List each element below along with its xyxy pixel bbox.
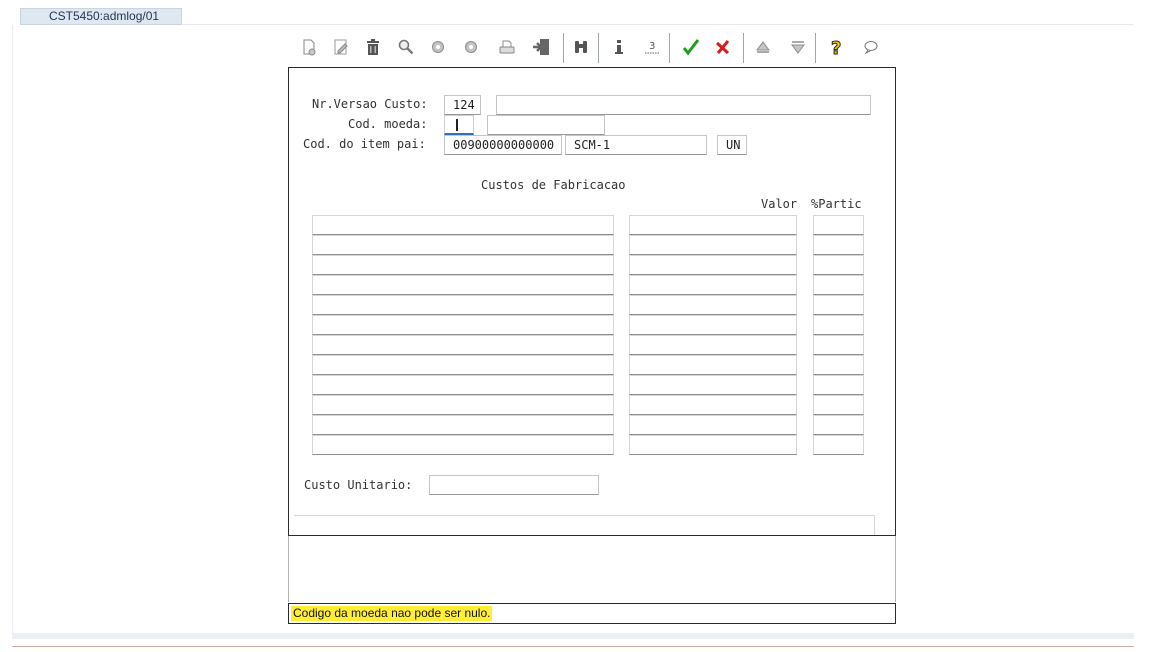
- list-icon[interactable]: 3: [639, 34, 665, 60]
- grid-cell-description[interactable]: [312, 375, 614, 395]
- comment-icon[interactable]: [858, 34, 884, 60]
- grid-cell-description[interactable]: [312, 215, 614, 235]
- grid-cell-description[interactable]: [312, 255, 614, 275]
- grid-cell-partic[interactable]: [813, 275, 864, 295]
- grid-cell-partic[interactable]: [813, 375, 864, 395]
- trash-icon[interactable]: [360, 34, 386, 60]
- grid-cell-description[interactable]: [312, 435, 614, 455]
- info-icon[interactable]: [606, 34, 632, 60]
- grid-cell-valor[interactable]: [629, 335, 797, 355]
- grid-cell-partic[interactable]: [813, 435, 864, 455]
- frame-border-left: [12, 25, 13, 635]
- grid-cell-valor[interactable]: [629, 395, 797, 415]
- toolbar-separator: [598, 33, 599, 63]
- toolbar: 3 ?: [288, 30, 896, 66]
- grid-cell-partic[interactable]: [813, 315, 864, 335]
- cod-moeda-field[interactable]: [444, 115, 474, 135]
- grid-cell-valor[interactable]: [629, 255, 797, 275]
- form-panel: Nr.Versao Custo: 124 Cod. moeda: Cod. do…: [288, 67, 896, 536]
- bottom-rule: [12, 646, 1134, 647]
- window-tab-title: CST5450:admlog/01: [49, 9, 160, 23]
- grid-cell-valor[interactable]: [629, 415, 797, 435]
- window-tab[interactable]: CST5450:admlog/01: [20, 8, 182, 25]
- confirm-check-icon[interactable]: [678, 34, 704, 60]
- grid-cell-description[interactable]: [312, 355, 614, 375]
- grid-cell-description[interactable]: [312, 335, 614, 355]
- footer-area: [294, 515, 875, 535]
- grid-cell-description[interactable]: [312, 275, 614, 295]
- cancel-x-icon[interactable]: [710, 34, 736, 60]
- tab-strip-rule: [182, 24, 1134, 25]
- grid-cell-partic[interactable]: [813, 255, 864, 275]
- unit-field[interactable]: UN: [717, 135, 747, 155]
- binoculars-icon[interactable]: [568, 34, 594, 60]
- grid-cell-partic[interactable]: [813, 215, 864, 235]
- column-header-valor: Valor: [761, 197, 798, 211]
- status-bar: Codigo da moeda nao pode ser nulo.: [288, 603, 896, 624]
- grid-cell-valor[interactable]: [629, 355, 797, 375]
- grid-cell-valor[interactable]: [629, 315, 797, 335]
- custo-unitario-field[interactable]: [429, 475, 599, 495]
- column-header-partic: %Partic: [811, 197, 862, 211]
- down-arrow-icon[interactable]: [785, 34, 811, 60]
- toolbar-separator: [743, 33, 744, 63]
- export-icon[interactable]: [528, 34, 554, 60]
- grid-cell-valor[interactable]: [629, 295, 797, 315]
- help-icon[interactable]: ?: [824, 34, 850, 60]
- grid-cell-valor[interactable]: [629, 435, 797, 455]
- grid-cell-valor[interactable]: [629, 235, 797, 255]
- grid-cell-partic[interactable]: [813, 335, 864, 355]
- cod-item-pai-field[interactable]: 00900000000000: [444, 135, 562, 155]
- svg-text:3: 3: [649, 41, 655, 52]
- toolbar-separator: [815, 33, 816, 63]
- grid-cell-description[interactable]: [312, 395, 614, 415]
- grid-cell-description[interactable]: [312, 415, 614, 435]
- cod-item-pai-label: Cod. do item pai:: [303, 137, 426, 151]
- up-arrow-icon[interactable]: [750, 34, 776, 60]
- grid-cell-valor[interactable]: [629, 375, 797, 395]
- grid-cell-description[interactable]: [312, 315, 614, 335]
- status-message: Codigo da moeda nao pode ser nulo.: [291, 606, 493, 621]
- custo-unitario-label: Custo Unitario:: [304, 478, 413, 492]
- lower-blank-area: [288, 536, 896, 602]
- print-icon[interactable]: [494, 34, 520, 60]
- grid-cell-valor[interactable]: [629, 275, 797, 295]
- grid-cell-partic[interactable]: [813, 395, 864, 415]
- toolbar-separator: [669, 33, 670, 63]
- nr-versao-label: Nr.Versao Custo:: [312, 97, 428, 111]
- cod-moeda-description-field[interactable]: [487, 115, 605, 135]
- grid-cell-partic[interactable]: [813, 355, 864, 375]
- grid-cell-description[interactable]: [312, 295, 614, 315]
- nr-versao-field[interactable]: 124: [444, 95, 481, 115]
- grid-cell-partic[interactable]: [813, 295, 864, 315]
- nr-versao-description-field[interactable]: [496, 95, 871, 115]
- frame-border-bottom: [12, 633, 1134, 639]
- next-icon[interactable]: [458, 34, 484, 60]
- grid-cell-description[interactable]: [312, 235, 614, 255]
- svg-text:?: ?: [831, 38, 841, 57]
- text-cursor: [456, 119, 458, 131]
- previous-icon[interactable]: [425, 34, 451, 60]
- section-title: Custos de Fabricacao: [481, 178, 626, 192]
- search-icon[interactable]: [393, 34, 419, 60]
- new-document-icon[interactable]: [296, 34, 322, 60]
- toolbar-separator: [563, 33, 564, 63]
- grid-cell-partic[interactable]: [813, 235, 864, 255]
- item-description-field[interactable]: SCM-1: [565, 135, 707, 155]
- cod-moeda-label: Cod. moeda:: [348, 117, 428, 131]
- edit-icon[interactable]: [328, 34, 354, 60]
- grid-cell-valor[interactable]: [629, 215, 797, 235]
- grid-cell-partic[interactable]: [813, 415, 864, 435]
